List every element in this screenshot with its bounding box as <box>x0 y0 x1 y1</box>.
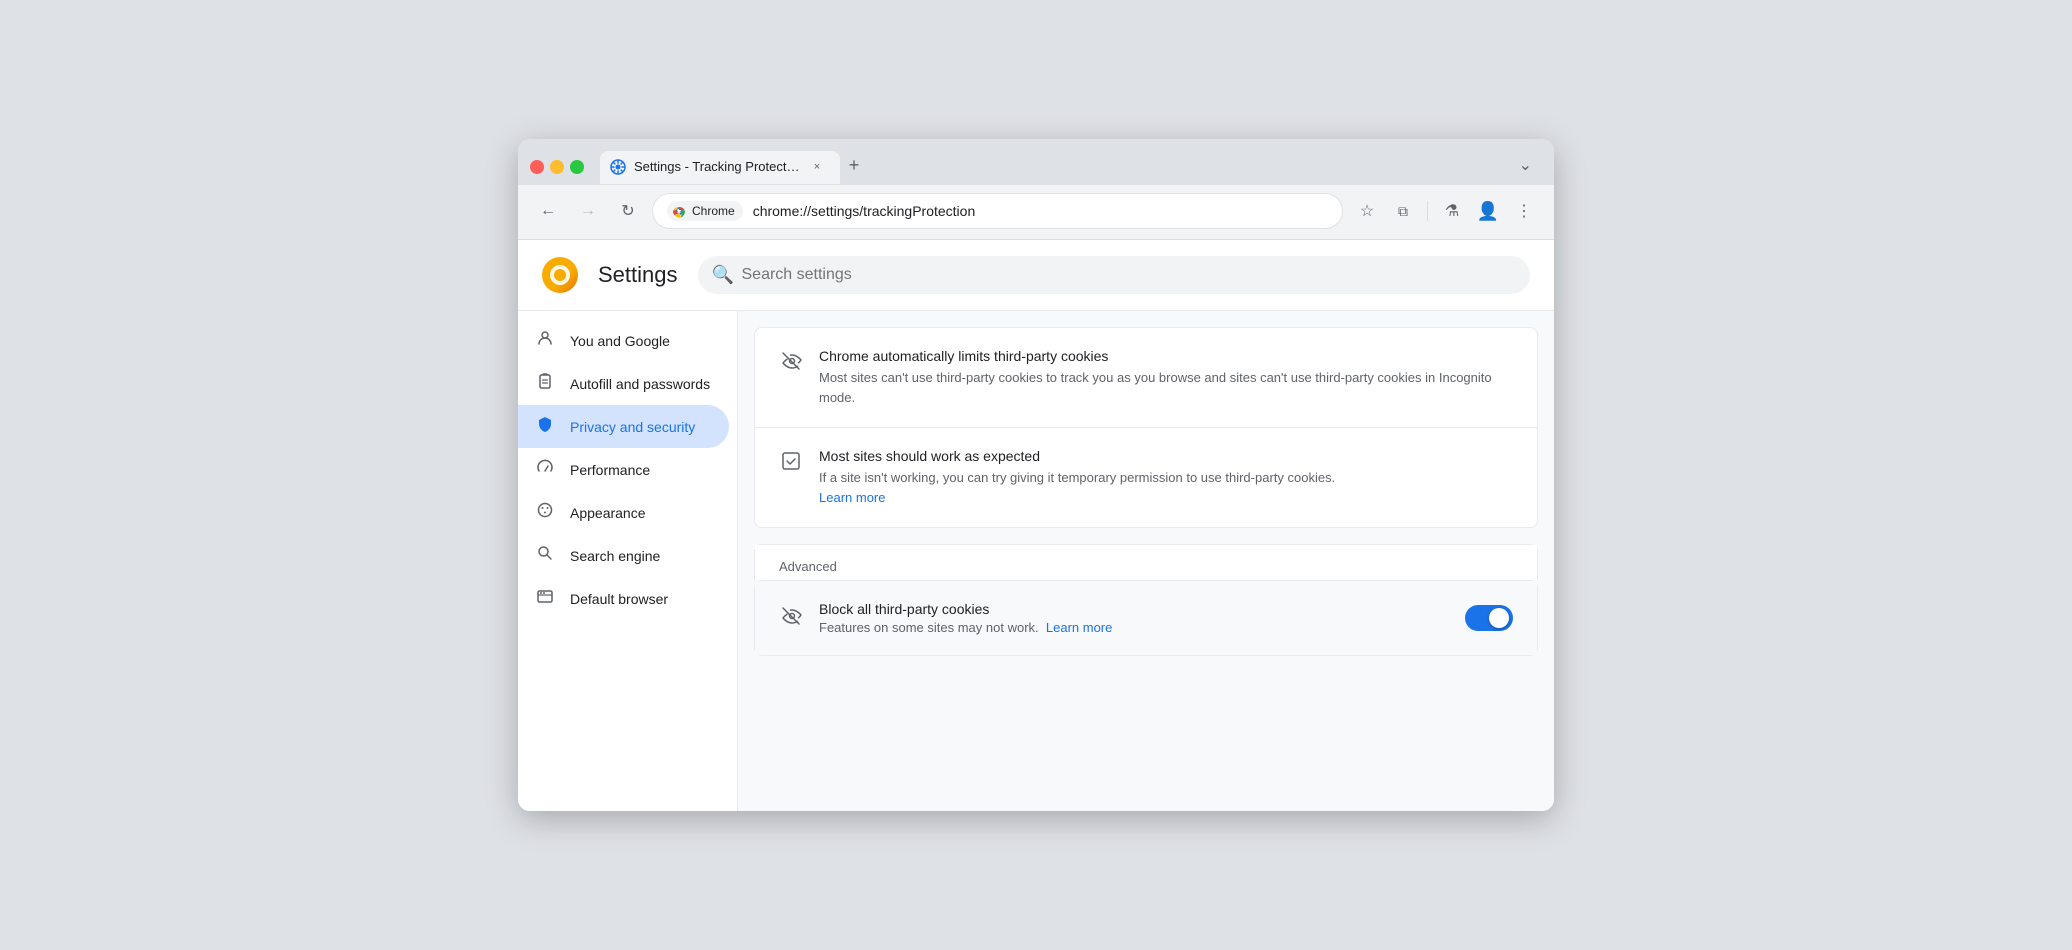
block-cookies-title: Block all third-party cookies <box>819 601 1449 617</box>
settings-page-title: Settings <box>598 262 678 288</box>
sidebar-item-appearance[interactable]: Appearance <box>518 491 729 534</box>
back-button[interactable]: ← <box>532 195 564 227</box>
address-bar[interactable]: Chrome chrome://settings/trackingProtect… <box>652 193 1343 229</box>
menu-icon: ⋮ <box>1516 201 1532 221</box>
limit-cookies-item: Chrome automatically limits third-party … <box>755 328 1537 428</box>
block-cookies-item: Block all third-party cookies Features o… <box>755 581 1537 655</box>
person-icon <box>534 329 556 352</box>
sites-work-item: Most sites should work as expected If a … <box>755 428 1537 527</box>
browser-window: Settings - Tracking Protection × + ⌄ ← →… <box>518 139 1554 811</box>
limit-cookies-title: Chrome automatically limits third-party … <box>819 348 1513 364</box>
traffic-lights <box>530 160 584 174</box>
tab-overflow-button[interactable]: ⌄ <box>1509 149 1542 181</box>
new-tab-button[interactable]: + <box>840 152 868 180</box>
minimize-window-button[interactable] <box>550 160 564 174</box>
sidebar-label-you-and-google: You and Google <box>570 333 670 349</box>
tracking-protection-card: Chrome automatically limits third-party … <box>754 327 1538 528</box>
sidebar-label-search-engine: Search engine <box>570 548 660 564</box>
settings-search-wrapper: 🔍 <box>698 256 1531 294</box>
title-bar: Settings - Tracking Protection × + ⌄ <box>518 139 1554 185</box>
checkbox-icon <box>779 450 803 478</box>
extensions-icon: ⧉ <box>1398 203 1408 220</box>
sidebar: You and Google Autofill and passwords <box>518 311 738 811</box>
sidebar-label-appearance: Appearance <box>570 505 646 521</box>
tab-close-button[interactable]: × <box>808 158 826 176</box>
forward-button[interactable]: → <box>572 195 604 227</box>
close-window-button[interactable] <box>530 160 544 174</box>
chrome-logo-icon <box>671 203 687 219</box>
browser-icon <box>534 587 556 610</box>
learn-more-link-2[interactable]: Learn more <box>1046 620 1112 635</box>
settings-logo <box>542 257 578 293</box>
search-icon <box>534 544 556 567</box>
settings-header: Settings 🔍 <box>518 240 1554 311</box>
sidebar-label-autofill: Autofill and passwords <box>570 376 710 392</box>
profile-icon: 👤 <box>1477 201 1499 222</box>
maximize-window-button[interactable] <box>570 160 584 174</box>
sites-work-text: Most sites should work as expected If a … <box>819 448 1513 507</box>
nav-bar: ← → ↻ Chrome chrome://settings/trackingP… <box>518 185 1554 239</box>
sidebar-label-performance: Performance <box>570 462 650 478</box>
eye-off-icon <box>779 350 803 378</box>
block-eye-off-icon <box>779 605 803 633</box>
sidebar-item-privacy[interactable]: Privacy and security <box>518 405 729 448</box>
block-cookies-text: Block all third-party cookies Features o… <box>819 601 1449 635</box>
bookmark-icon: ☆ <box>1360 201 1374 221</box>
clipboard-icon <box>534 372 556 395</box>
tab-bar: Settings - Tracking Protection × + <box>600 151 1501 184</box>
address-url: chrome://settings/trackingProtection <box>753 203 1328 219</box>
toggle-knob <box>1489 608 1509 628</box>
lab-icon: ⚗ <box>1445 201 1459 221</box>
limit-cookies-text: Chrome automatically limits third-party … <box>819 348 1513 407</box>
block-cookies-toggle[interactable] <box>1465 605 1513 631</box>
learn-more-link-1[interactable]: Learn more <box>819 490 885 505</box>
settings-logo-inner <box>550 265 570 285</box>
nav-icons: ☆ ⧉ ⚗ 👤 ⋮ <box>1351 195 1540 227</box>
extensions-button[interactable]: ⧉ <box>1387 195 1419 227</box>
advanced-label: Advanced <box>755 545 1537 580</box>
block-cookies-card: Block all third-party cookies Features o… <box>754 580 1538 656</box>
nav-divider <box>1427 201 1428 221</box>
chrome-badge: Chrome <box>667 201 743 221</box>
active-tab[interactable]: Settings - Tracking Protection × <box>600 151 840 184</box>
sidebar-label-privacy: Privacy and security <box>570 419 695 435</box>
reload-button[interactable]: ↻ <box>612 195 644 227</box>
sites-work-title: Most sites should work as expected <box>819 448 1513 464</box>
tab-title: Settings - Tracking Protection <box>634 159 800 174</box>
sidebar-item-autofill[interactable]: Autofill and passwords <box>518 362 729 405</box>
tab-favicon-icon <box>610 159 626 175</box>
chrome-badge-label: Chrome <box>692 204 735 218</box>
sidebar-item-default-browser[interactable]: Default browser <box>518 577 729 620</box>
palette-icon <box>534 501 556 524</box>
sidebar-item-performance[interactable]: Performance <box>518 448 729 491</box>
gauge-icon <box>534 458 556 481</box>
bookmark-button[interactable]: ☆ <box>1351 195 1383 227</box>
settings-search-input[interactable] <box>698 256 1531 294</box>
limit-cookies-desc: Most sites can't use third-party cookies… <box>819 368 1513 407</box>
main-panel: Chrome automatically limits third-party … <box>738 311 1554 811</box>
menu-button[interactable]: ⋮ <box>1508 195 1540 227</box>
block-cookies-desc: Features on some sites may not work. Lea… <box>819 620 1449 635</box>
profile-button[interactable]: 👤 <box>1472 195 1504 227</box>
settings-body: You and Google Autofill and passwords <box>518 311 1554 811</box>
sidebar-item-you-and-google[interactable]: You and Google <box>518 319 729 362</box>
sidebar-item-search-engine[interactable]: Search engine <box>518 534 729 577</box>
settings-container: Settings 🔍 You and Google <box>518 239 1554 811</box>
shield-icon <box>534 415 556 438</box>
lab-button[interactable]: ⚗ <box>1436 195 1468 227</box>
sites-work-desc: If a site isn't working, you can try giv… <box>819 468 1513 507</box>
sidebar-label-default-browser: Default browser <box>570 591 668 607</box>
